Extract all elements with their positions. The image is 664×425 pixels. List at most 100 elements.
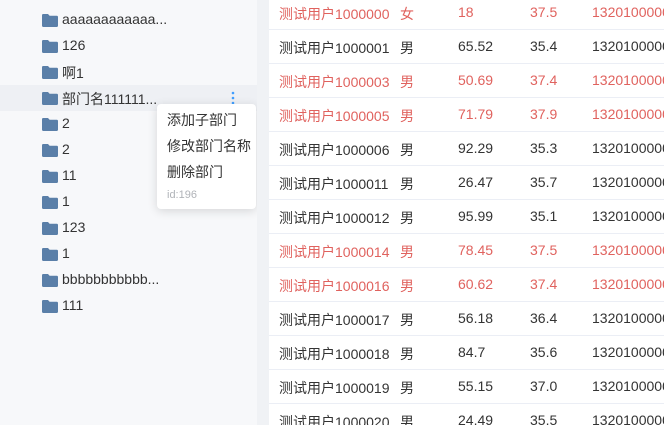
table-row[interactable]: 测试用户1000005 男 71.79 37.9 13201000000 xyxy=(269,98,664,132)
add-sub-department-menu-item[interactable]: 添加子部门 xyxy=(167,110,237,130)
table-row[interactable]: 测试用户1000003 男 50.69 37.4 13201000000 xyxy=(269,64,664,98)
gender-cell: 男 xyxy=(400,278,414,294)
tree-item-label: 部门名111111... xyxy=(62,91,158,107)
gender-cell: 男 xyxy=(400,244,414,260)
weight-cell: 18 xyxy=(458,4,474,20)
tree-item-label: 2 xyxy=(62,115,70,131)
phone-cell: 13201000000 xyxy=(592,38,664,54)
table-row[interactable]: 测试用户1000018 男 84.7 35.6 13201000001 xyxy=(269,336,664,370)
rename-department-menu-item[interactable]: 修改部门名称 xyxy=(167,136,251,156)
table-row[interactable]: 测试用户1000019 男 55.15 37.0 13201000001 xyxy=(269,370,664,404)
phone-cell: 13201000000 xyxy=(592,4,664,20)
phone-cell: 13201000001 xyxy=(592,276,664,292)
weight-cell: 56.18 xyxy=(458,310,494,326)
temperature-cell: 37.9 xyxy=(530,106,558,122)
weight-cell: 78.45 xyxy=(458,242,494,258)
tree-item[interactable]: 111 xyxy=(0,293,257,319)
folder-icon xyxy=(42,300,58,313)
folder-icon xyxy=(42,14,58,27)
tree-item[interactable]: bbbbbbbbbbb... xyxy=(0,267,257,293)
gender-cell: 女 xyxy=(400,6,414,22)
phone-cell: 13201000001 xyxy=(592,174,664,190)
temperature-cell: 37.0 xyxy=(530,378,558,394)
tree-item-label: 1 xyxy=(62,193,70,209)
table-row[interactable]: 测试用户1000012 男 95.99 35.1 13201000001 xyxy=(269,200,664,234)
tree-item-label: 126 xyxy=(62,37,86,53)
user-name-cell: 测试用户1000014 xyxy=(279,244,390,260)
table-row[interactable]: 测试用户1000014 男 78.45 37.5 13201000001 xyxy=(269,234,664,268)
temperature-cell: 37.5 xyxy=(530,4,558,20)
temperature-cell: 37.5 xyxy=(530,242,558,258)
user-name-cell: 测试用户1000017 xyxy=(279,312,390,328)
folder-icon xyxy=(42,118,58,131)
folder-icon xyxy=(42,274,58,287)
user-name-cell: 测试用户1000000 xyxy=(279,6,390,22)
tree-item[interactable]: aaaaaaaaaaaa... xyxy=(0,7,257,33)
user-name-cell: 测试用户1000006 xyxy=(279,142,390,158)
weight-cell: 95.99 xyxy=(458,208,494,224)
folder-icon xyxy=(42,40,58,53)
user-name-cell: 测试用户1000020 xyxy=(279,414,390,425)
tree-item[interactable]: 1 xyxy=(0,241,257,267)
temperature-cell: 35.5 xyxy=(530,412,558,425)
phone-cell: 13201000000 xyxy=(592,72,664,88)
gender-cell: 男 xyxy=(400,346,414,362)
department-tree: aaaaaaaaaaaa... 126 啊1 部门名111111... 2 2 11 1 123… xyxy=(0,0,257,425)
user-name-cell: 测试用户1000005 xyxy=(279,108,390,124)
table-row[interactable]: 测试用户1000011 男 26.47 35.7 13201000001 xyxy=(269,166,664,200)
temperature-cell: 35.3 xyxy=(530,140,558,156)
tree-item[interactable]: 啊1 xyxy=(0,59,257,85)
user-name-cell: 测试用户1000011 xyxy=(279,176,389,192)
temperature-cell: 35.4 xyxy=(530,38,558,54)
gender-cell: 男 xyxy=(400,40,414,56)
phone-cell: 13201000001 xyxy=(592,208,664,224)
phone-cell: 13201000000 xyxy=(592,140,664,156)
folder-icon xyxy=(42,196,58,209)
folder-icon xyxy=(42,92,58,105)
gender-cell: 男 xyxy=(400,142,414,158)
tree-item-label: 啊1 xyxy=(62,65,84,81)
delete-department-menu-item[interactable]: 删除部门 xyxy=(167,162,223,182)
user-name-cell: 测试用户1000001 xyxy=(279,40,390,56)
department-id-label: id:196 xyxy=(167,189,197,201)
table-row[interactable]: 测试用户1000016 男 60.62 37.4 13201000001 xyxy=(269,268,664,302)
gender-cell: 男 xyxy=(400,176,414,192)
gender-cell: 男 xyxy=(400,108,414,124)
table-row[interactable]: 测试用户1000020 男 24.49 35.5 13201000002 xyxy=(269,404,664,425)
tree-item[interactable]: 123 xyxy=(0,215,257,241)
panel-divider[interactable] xyxy=(257,0,269,425)
temperature-cell: 35.1 xyxy=(530,208,558,224)
temperature-cell: 35.7 xyxy=(530,174,558,190)
temperature-cell: 36.4 xyxy=(530,310,558,326)
folder-icon xyxy=(42,66,58,79)
phone-cell: 13201000001 xyxy=(592,378,664,394)
tree-item-label: 123 xyxy=(62,219,86,235)
tree-item-label: aaaaaaaaaaaa... xyxy=(62,11,168,27)
weight-cell: 60.62 xyxy=(458,276,494,292)
phone-cell: 13201000002 xyxy=(592,412,664,425)
user-name-cell: 测试用户1000016 xyxy=(279,278,390,294)
table-row[interactable]: 测试用户1000000 女 18 37.5 13201000000 xyxy=(269,0,664,30)
tree-item[interactable]: 126 xyxy=(0,33,257,59)
gender-cell: 男 xyxy=(400,210,414,226)
user-name-cell: 测试用户1000012 xyxy=(279,210,390,226)
temperature-cell: 35.6 xyxy=(530,344,558,360)
department-context-menu: 添加子部门 修改部门名称 删除部门 id:196 xyxy=(157,104,256,209)
weight-cell: 55.15 xyxy=(458,378,494,394)
user-name-cell: 测试用户1000018 xyxy=(279,346,390,362)
gender-cell: 男 xyxy=(400,312,414,328)
tree-item-label: bbbbbbbbbbb... xyxy=(62,271,160,287)
gender-cell: 男 xyxy=(400,414,414,425)
temperature-cell: 37.4 xyxy=(530,72,558,88)
table-row[interactable]: 测试用户1000017 男 56.18 36.4 13201000001 xyxy=(269,302,664,336)
weight-cell: 24.49 xyxy=(458,412,494,425)
gender-cell: 男 xyxy=(400,74,414,90)
phone-cell: 13201000001 xyxy=(592,242,664,258)
table-row[interactable]: 测试用户1000001 男 65.52 35.4 13201000000 xyxy=(269,30,664,64)
phone-cell: 13201000001 xyxy=(592,310,664,326)
user-name-cell: 测试用户1000003 xyxy=(279,74,390,90)
table-row[interactable]: 测试用户1000006 男 92.29 35.3 13201000000 xyxy=(269,132,664,166)
folder-icon xyxy=(42,248,58,261)
tree-item-label: 1 xyxy=(62,245,70,261)
weight-cell: 26.47 xyxy=(458,174,494,190)
